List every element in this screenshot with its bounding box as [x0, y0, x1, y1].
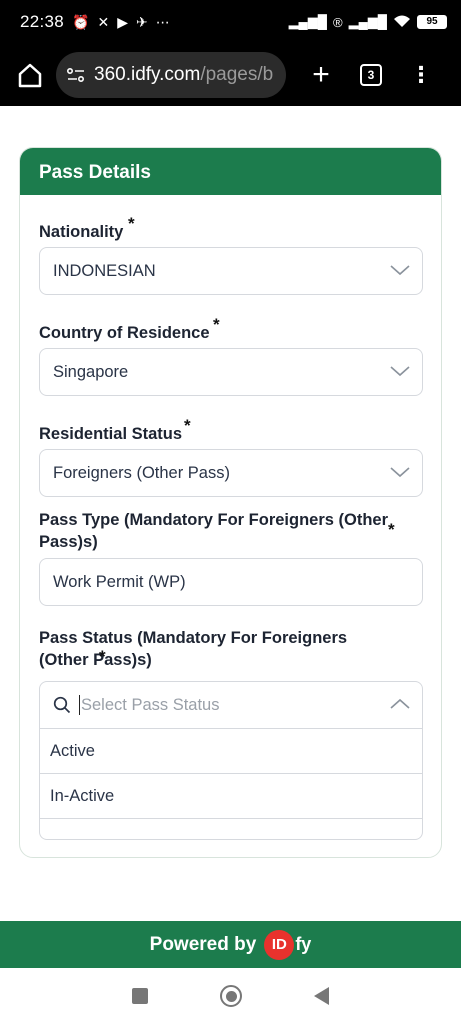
home-nav-button[interactable] — [220, 985, 242, 1007]
required-mark: * — [388, 520, 395, 539]
back-button[interactable] — [314, 987, 329, 1005]
chevron-down-icon — [390, 467, 410, 478]
address-bar[interactable]: 360.idfy.com/pages/b — [56, 52, 286, 98]
residential-status-label: Residential Status — [39, 425, 183, 443]
battery-icon: 95 — [417, 15, 447, 29]
home-nav-icon — [225, 990, 237, 1002]
chevron-up-icon — [390, 698, 410, 709]
tab-switcher-button[interactable]: 3 — [360, 64, 382, 86]
signal-icon: ▂▄▆█ — [288, 14, 327, 29]
option-in-active[interactable]: In-Active — [39, 774, 423, 819]
bird-icon: ✈ — [136, 13, 148, 30]
browser-toolbar: 360.idfy.com/pages/b + 3 ⋮ — [0, 44, 461, 106]
card-title: Pass Details — [20, 148, 441, 195]
play-icon: ▶ — [117, 13, 128, 30]
more-notifications-icon: ⋯ — [155, 13, 170, 30]
pass-type-label: Pass Type (Mandatory For Foreigners (Oth… — [39, 511, 389, 551]
search-icon — [53, 696, 71, 714]
nationality-select[interactable]: INDONESIAN — [39, 247, 423, 295]
notification-icons: ⏰ ✕ ▶ ✈ ⋯ — [72, 14, 170, 31]
status-time: 22:38 — [20, 12, 65, 31]
powered-by-text: Powered by — [149, 933, 257, 955]
system-navigation-bar — [0, 968, 461, 1024]
required-mark: * — [128, 214, 135, 233]
required-mark: * — [213, 315, 220, 334]
browser-menu-button[interactable]: ⋮ — [410, 64, 432, 86]
chevron-down-icon — [390, 265, 410, 276]
residential-status-select[interactable]: Foreigners (Other Pass) — [39, 449, 423, 497]
pass-type-field[interactable]: Work Permit (WP) — [39, 558, 423, 606]
more-vert-icon: ⋮ — [410, 62, 432, 87]
home-button[interactable] — [12, 57, 48, 93]
pass-status-placeholder: Select Pass Status — [81, 695, 220, 714]
url-path: /pages/b — [200, 64, 274, 85]
pass-type-value: Work Permit (WP) — [53, 572, 186, 591]
nationality-label: Nationality — [39, 223, 124, 241]
app-notification-icon: ✕ — [97, 13, 110, 30]
new-tab-button[interactable]: + — [304, 60, 338, 90]
home-icon — [18, 63, 42, 88]
alarm-icon: ⏰ — [72, 13, 90, 30]
text-cursor — [79, 695, 80, 715]
powered-by-footer: Powered by ID fy — [0, 921, 461, 968]
site-settings-icon — [66, 67, 85, 83]
country-of-residence-select[interactable]: Singapore — [39, 348, 423, 396]
pass-details-card: Pass Details Nationality * INDONESIAN Co… — [19, 147, 442, 858]
residential-status-value: Foreigners (Other Pass) — [53, 463, 230, 482]
option-active[interactable]: Active — [39, 729, 423, 774]
signal-icon-2: ▂▄▆█ — [348, 14, 387, 29]
pass-status-label: Pass Status (Mandatory For Foreigners (O… — [39, 629, 348, 669]
idfy-logo-badge: ID — [264, 929, 295, 960]
country-of-residence-value: Singapore — [53, 362, 129, 381]
wifi-icon — [393, 14, 411, 31]
url-text: 360.idfy.com/pages/b — [94, 64, 273, 86]
required-mark: * — [99, 647, 106, 666]
url-host: 360.idfy.com — [94, 64, 201, 85]
idfy-logo-suffix: fy — [295, 934, 312, 954]
chevron-down-icon — [390, 366, 410, 377]
dropdown-bottom-edge — [39, 818, 423, 840]
required-mark: * — [184, 416, 191, 435]
status-bar: 22:38 ⏰ ✕ ▶ ✈ ⋯ ▂▄▆█ ® ▂▄▆█ 95 — [0, 0, 461, 44]
country-of-residence-label: Country of Residence — [39, 324, 210, 342]
idfy-logo: ID fy — [264, 929, 312, 960]
nationality-value: INDONESIAN — [53, 261, 156, 280]
roaming-icon: ® — [332, 14, 343, 30]
recents-button[interactable] — [132, 988, 148, 1004]
plus-icon: + — [312, 58, 330, 91]
pass-status-select[interactable]: Select Pass Status — [39, 681, 423, 729]
